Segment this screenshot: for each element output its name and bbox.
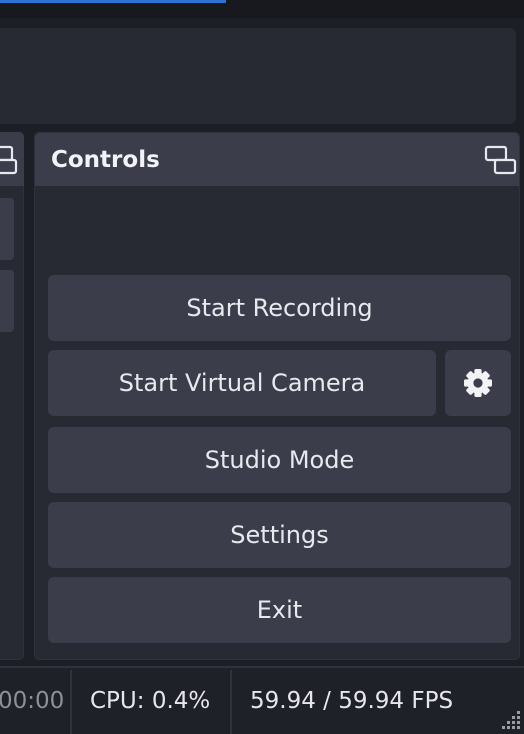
studio-mode-button[interactable]: Studio Mode <box>48 427 511 493</box>
progress-accent-bar <box>0 0 226 3</box>
start-recording-label: Start Recording <box>186 294 373 322</box>
resize-grip-icon[interactable] <box>500 708 522 730</box>
status-cpu: CPU: 0.4% <box>90 688 211 714</box>
start-virtual-camera-button[interactable]: Start Virtual Camera <box>48 350 436 416</box>
settings-button[interactable]: Settings <box>48 502 511 568</box>
status-divider <box>230 670 232 734</box>
undock-icon[interactable] <box>484 143 520 179</box>
exit-button[interactable]: Exit <box>48 577 511 643</box>
studio-mode-label: Studio Mode <box>204 446 355 474</box>
top-panel <box>0 28 516 124</box>
left-dock-item[interactable] <box>0 198 14 260</box>
exit-label: Exit <box>256 596 303 624</box>
status-time: 00:00 <box>0 688 65 714</box>
start-recording-button[interactable]: Start Recording <box>48 275 511 341</box>
undock-icon[interactable] <box>0 145 18 177</box>
controls-title: Controls <box>51 147 160 173</box>
virtual-camera-settings-button[interactable] <box>445 350 511 416</box>
status-divider <box>70 670 72 734</box>
left-dock-item[interactable] <box>0 270 14 332</box>
gear-icon <box>464 369 492 397</box>
start-virtual-camera-label: Start Virtual Camera <box>118 369 366 397</box>
status-fps: 59.94 / 59.94 FPS <box>250 688 454 714</box>
settings-label: Settings <box>230 521 329 549</box>
